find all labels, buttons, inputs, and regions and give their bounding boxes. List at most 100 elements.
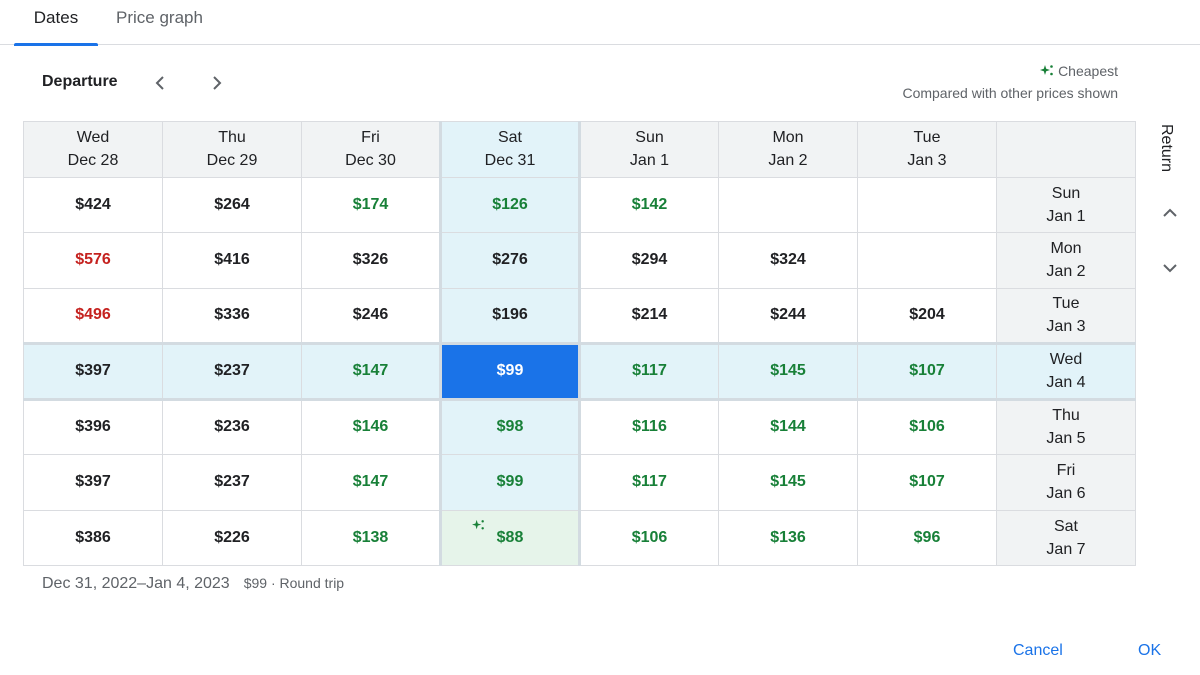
price-cell[interactable]: $396 [23,398,163,455]
price-value: $214 [631,306,668,324]
departure-label: Departure [42,73,118,90]
price-cell[interactable]: $246 [301,287,441,344]
departure-date-header: Fri Dec 30 [301,121,441,178]
price-cell[interactable]: $424 [23,176,163,233]
price-value: $386 [75,528,111,546]
header-date: Dec 30 [345,152,396,170]
price-cell[interactable]: $237 [162,342,302,401]
price-value: $106 [631,528,668,546]
header-day: Sun [635,129,664,147]
header-day: Fri [361,129,380,147]
departure-date-header: Thu Dec 29 [162,121,302,178]
departure-prev-button[interactable] [148,70,172,96]
header-date: Dec 29 [206,152,258,170]
return-date-header: Sat Jan 7 [996,509,1136,566]
price-cell[interactable]: $416 [162,232,302,289]
cancel-button[interactable]: Cancel [1013,642,1063,660]
price-value: $576 [75,251,111,269]
price-cell[interactable]: $146 [301,398,441,455]
price-cell[interactable]: $117 [579,454,719,511]
price-cell[interactable]: $144 [718,398,858,455]
price-cell[interactable]: $244 [718,287,858,344]
price-cell[interactable]: $106 [579,509,719,566]
price-value: $246 [352,306,389,324]
price-cell[interactable]: $174 [301,176,441,233]
return-date-row: $424 $264 $174 $126 $142 Sun Jan 1 [23,176,1136,233]
price-cell[interactable]: $98 [439,398,581,455]
header-day: Tue [913,129,941,147]
price-cell[interactable]: $106 [857,398,997,455]
price-cell[interactable]: $96 [857,509,997,566]
price-cell[interactable]: $145 [718,454,858,511]
price-cell[interactable]: $142 [579,176,719,233]
return-day: Fri [1056,462,1076,480]
price-cell[interactable]: $397 [23,342,163,401]
price-cell[interactable]: $576 [23,232,163,289]
price-cell[interactable]: $116 [579,398,719,455]
price-cell[interactable]: $336 [162,287,302,344]
header-date: Jan 2 [768,152,808,170]
price-cell[interactable]: $236 [162,398,302,455]
header-day: Wed [76,129,110,147]
price-cell[interactable]: $294 [579,232,719,289]
tab-dates[interactable]: Dates [14,0,98,46]
price-cell[interactable]: $226 [162,509,302,566]
header-day: Mon [772,129,804,147]
price-cell[interactable]: $276 [439,232,581,289]
price-value: $126 [492,195,528,213]
chevron-right-icon [213,76,222,90]
price-cell[interactable]: $147 [301,342,441,401]
price-value: $117 [632,362,667,380]
departure-date-header: Sun Jan 1 [579,121,719,178]
price-cell[interactable]: $386 [23,509,163,566]
price-value: $116 [632,418,667,436]
return-date-header: Sun Jan 1 [996,176,1136,233]
price-value: $98 [496,418,524,436]
price-cell[interactable]: $145 [718,342,858,401]
price-cell[interactable]: $204 [857,287,997,344]
price-cell[interactable]: $496 [23,287,163,344]
price-cell[interactable]: $397 [23,454,163,511]
return-date: Jan 2 [1046,263,1086,281]
price-cell[interactable]: $324 [718,232,858,289]
return-next-button[interactable] [1158,256,1182,280]
return-day: Sun [1051,184,1081,202]
departure-next-button[interactable] [205,70,229,96]
price-cell[interactable]: $237 [162,454,302,511]
price-value: $496 [75,306,111,324]
price-cell[interactable]: $107 [857,454,997,511]
price-value: $145 [770,362,806,380]
price-value: $324 [770,251,806,269]
price-value: $244 [770,306,806,324]
price-value: $336 [214,306,250,324]
price-cell[interactable]: $147 [301,454,441,511]
price-value: $226 [214,528,250,546]
price-cell[interactable]: $196 [439,287,581,344]
price-cell[interactable]: $214 [579,287,719,344]
price-cell[interactable]: $107 [857,342,997,401]
chevron-left-icon [155,76,164,90]
price-cell[interactable]: $117 [579,342,719,401]
cheapest-price-cell[interactable]: $88 [439,509,581,566]
price-cell[interactable]: $138 [301,509,441,566]
return-prev-button[interactable] [1158,200,1182,224]
selected-price-cell[interactable]: $99 [439,342,581,401]
return-date: Jan 3 [1046,318,1086,336]
price-value: $397 [75,362,111,380]
ok-button[interactable]: OK [1138,642,1161,660]
price-value: $294 [631,251,668,269]
price-value: $117 [632,473,667,491]
header-date: Jan 3 [907,152,947,170]
price-cell[interactable]: $136 [718,509,858,566]
price-value: $416 [214,251,250,269]
price-cell[interactable]: $264 [162,176,302,233]
price-cell[interactable]: $126 [439,176,581,233]
price-value: $396 [75,418,111,436]
return-day: Wed [1049,351,1083,369]
legend-note: Compared with other prices shown [902,85,1118,101]
return-date-row: $397 $237 $147 $99 $117 $145 $107 Wed Jan 4 [23,342,1136,401]
tab-price-graph[interactable]: Price graph [116,0,203,45]
price-cell[interactable]: $99 [439,454,581,511]
departure-date-header: Mon Jan 2 [718,121,858,178]
price-cell[interactable]: $326 [301,232,441,289]
